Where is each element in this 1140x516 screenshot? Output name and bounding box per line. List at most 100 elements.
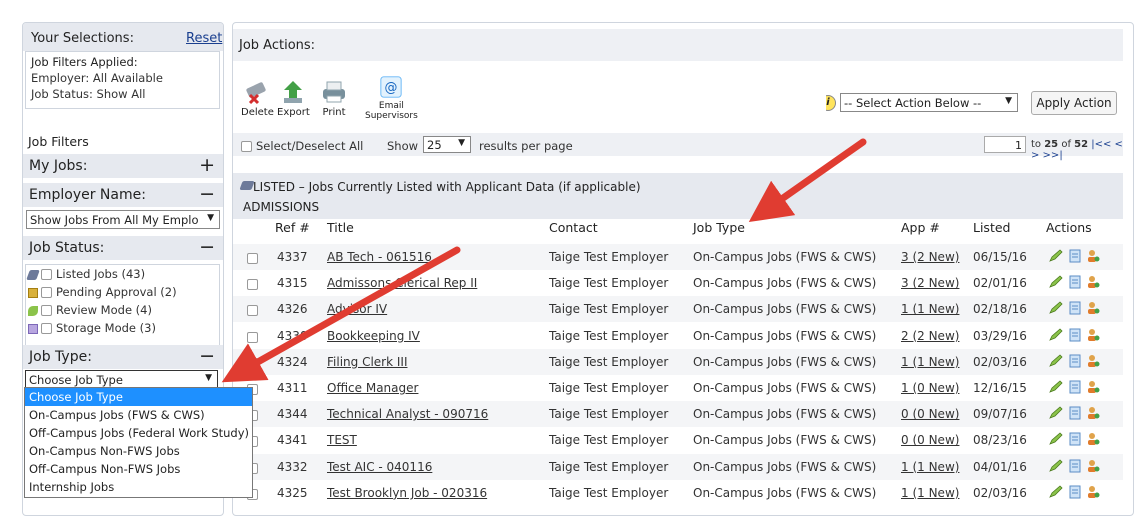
job-type-header[interactable]: Job Type: −: [23, 345, 223, 369]
row-job-type: On-Campus Jobs (FWS & CWS): [693, 407, 877, 422]
row-checkbox[interactable]: [247, 253, 258, 264]
applicants-icon[interactable]: [1086, 301, 1100, 315]
edit-pencil-icon[interactable]: [1048, 249, 1063, 263]
table-row: 4315 Admissons Clerical Rep II Taige Test …: [233, 270, 1123, 296]
employer-header[interactable]: Employer Name: −: [23, 183, 223, 207]
notes-icon[interactable]: [1068, 406, 1082, 420]
selections-box: Job Filters Applied: Employer: All Avail…: [25, 51, 220, 109]
per-page-select[interactable]: 25 ▼: [423, 136, 471, 153]
checkbox[interactable]: [41, 323, 52, 334]
page-input[interactable]: 1: [984, 136, 1026, 153]
applicants-link[interactable]: 2 (2 New): [901, 329, 959, 343]
edit-pencil-icon[interactable]: [1048, 301, 1063, 315]
applicants-link[interactable]: 1 (1 New): [901, 486, 959, 500]
job-type-option[interactable]: On-Campus Non-FWS Jobs: [25, 442, 252, 460]
applicants-link[interactable]: 0 (0 New): [901, 407, 959, 421]
row-ref: 4311: [277, 381, 308, 395]
job-type-option[interactable]: Choose Job Type: [25, 388, 252, 406]
edit-pencil-icon[interactable]: [1048, 485, 1063, 499]
expand-icon[interactable]: +: [199, 154, 215, 176]
applicants-link[interactable]: 0 (0 New): [901, 433, 959, 447]
checkbox[interactable]: [41, 287, 52, 298]
notes-icon[interactable]: [1068, 432, 1082, 446]
edit-pencil-icon[interactable]: [1048, 380, 1063, 394]
job-type-option[interactable]: Off-Campus Non-FWS Jobs: [25, 460, 252, 478]
edit-pencil-icon[interactable]: [1048, 275, 1063, 289]
job-title-link[interactable]: Test AIC - 040116: [327, 460, 432, 474]
status-option-label: Review Mode (4): [56, 303, 152, 317]
row-ref: 4344: [277, 407, 308, 422]
applicants-icon[interactable]: [1086, 249, 1100, 263]
job-type-option[interactable]: Internship Jobs: [25, 478, 252, 496]
row-checkbox[interactable]: [247, 305, 258, 317]
applicants-icon[interactable]: [1086, 432, 1100, 446]
job-title-link[interactable]: Bookkeeping IV: [327, 329, 420, 343]
delete-button[interactable]: Delete: [241, 75, 274, 118]
applicants-icon[interactable]: [1086, 328, 1100, 342]
job-type-select-value: Choose Job Type: [29, 373, 123, 387]
collapse-icon[interactable]: −: [199, 236, 215, 258]
notes-icon[interactable]: [1068, 459, 1082, 473]
applicants-icon[interactable]: [1086, 406, 1100, 420]
employer-select[interactable]: Show Jobs From All My Emplo ▼: [26, 210, 220, 229]
edit-pencil-icon[interactable]: [1048, 354, 1063, 368]
page-info-prefix: to: [1031, 139, 1045, 150]
edit-pencil-icon[interactable]: [1048, 432, 1063, 446]
applicants-link[interactable]: 1 (1 New): [901, 460, 959, 474]
notes-icon[interactable]: [1068, 328, 1082, 342]
applicants-icon[interactable]: [1086, 459, 1100, 473]
collapse-icon[interactable]: −: [199, 345, 215, 367]
col-app: App #: [901, 220, 940, 235]
status-option-review[interactable]: Review Mode (4): [28, 303, 152, 319]
print-button[interactable]: Print: [321, 75, 347, 118]
my-jobs-header[interactable]: My Jobs: +: [23, 154, 223, 178]
row-job-type: On-Campus Jobs (FWS & CWS): [693, 381, 877, 395]
edit-pencil-icon[interactable]: [1048, 406, 1063, 420]
applicants-link[interactable]: 1 (0 New): [901, 381, 959, 395]
job-title-link[interactable]: Technical Analyst - 090716: [327, 407, 488, 421]
reset-link[interactable]: Reset: [186, 31, 222, 46]
applicants-icon[interactable]: [1086, 275, 1100, 289]
notes-icon[interactable]: [1068, 301, 1082, 315]
applicants-icon[interactable]: [1086, 380, 1100, 394]
applicants-icon[interactable]: [1086, 485, 1100, 499]
job-title-link[interactable]: Filing Clerk III: [327, 355, 407, 369]
apply-action-button[interactable]: Apply Action: [1031, 91, 1117, 115]
status-option-storage[interactable]: Storage Mode (3): [28, 321, 156, 337]
notes-icon[interactable]: [1068, 249, 1082, 263]
edit-pencil-icon[interactable]: [1048, 328, 1063, 342]
job-type-option[interactable]: On-Campus Jobs (FWS & CWS): [25, 406, 252, 424]
job-type-option[interactable]: Off-Campus Jobs (Federal Work Study): [25, 424, 252, 442]
applicants-link[interactable]: 1 (1 New): [901, 355, 959, 369]
applicants-link[interactable]: 3 (2 New): [901, 250, 959, 264]
edit-pencil-icon[interactable]: [1048, 459, 1063, 473]
select-all-checkbox[interactable]: [241, 141, 252, 152]
notes-icon[interactable]: [1068, 485, 1082, 499]
job-title-link[interactable]: Advisor IV: [327, 302, 387, 316]
job-title-link[interactable]: Office Manager: [327, 381, 418, 395]
job-title-link[interactable]: AB Tech - 061516: [327, 250, 432, 264]
row-ref: 4315: [277, 276, 308, 291]
export-button[interactable]: Export: [277, 75, 310, 118]
row-checkbox[interactable]: [247, 331, 258, 343]
job-title-link[interactable]: Test Brooklyn Job - 020316: [327, 486, 487, 500]
job-title-link[interactable]: TEST: [327, 433, 357, 447]
select-all-control[interactable]: Select/Deselect All: [241, 139, 363, 153]
status-option-listed[interactable]: Listed Jobs (43): [26, 267, 145, 283]
applicants-link[interactable]: 3 (2 New): [901, 276, 959, 290]
action-select[interactable]: -- Select Action Below -- ▼: [840, 93, 1018, 112]
email-supervisors-button[interactable]: @ Email Supervisors: [365, 75, 418, 121]
row-checkbox[interactable]: [247, 357, 258, 369]
status-option-pending[interactable]: Pending Approval (2): [28, 285, 177, 301]
notes-icon[interactable]: [1068, 380, 1082, 394]
checkbox[interactable]: [41, 269, 52, 280]
row-checkbox[interactable]: [247, 279, 258, 291]
notes-icon[interactable]: [1068, 354, 1082, 368]
job-title-link[interactable]: Admissons Clerical Rep II: [327, 276, 477, 290]
applicants-link[interactable]: 1 (1 New): [901, 302, 959, 316]
applicants-icon[interactable]: [1086, 354, 1100, 368]
collapse-icon[interactable]: −: [199, 183, 215, 205]
checkbox[interactable]: [41, 305, 52, 316]
status-header[interactable]: Job Status: −: [23, 236, 223, 260]
notes-icon[interactable]: [1068, 275, 1082, 289]
